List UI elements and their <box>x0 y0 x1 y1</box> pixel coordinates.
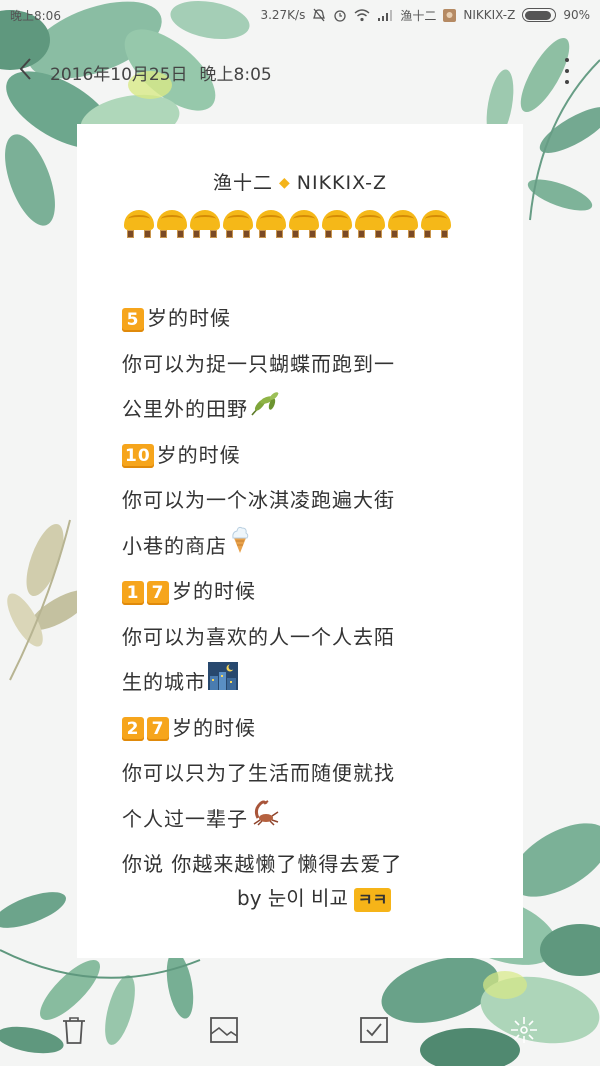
note-line: 小巷的商店 <box>122 524 502 570</box>
diamond-icon: ◆ <box>278 175 291 191</box>
tempura-bun-emoji <box>124 208 154 242</box>
note-line-text: 公里外的田野 <box>122 397 248 421</box>
mute-icon <box>313 8 326 22</box>
more-options-button[interactable] <box>564 58 570 84</box>
alarm-icon <box>334 10 346 22</box>
age-badge: 5 <box>122 307 144 332</box>
carrier-text: NIKKIX-Z <box>463 8 516 22</box>
note-line: 公里外的田野 <box>122 387 502 433</box>
age-badge: 7 <box>147 580 169 605</box>
age-badge: 10 <box>122 444 154 468</box>
note-line: 5 岁的时候 <box>122 296 502 342</box>
tempura-bun-emoji <box>256 208 286 242</box>
chevron-left-icon <box>19 57 31 80</box>
signature: by 눈이 비교 ㅋㅋ <box>237 882 392 912</box>
age-badge: 2 <box>122 717 144 741</box>
wifi-icon <box>354 8 370 21</box>
notification-text: 渔十二 <box>400 8 437 23</box>
note-title: 渔十二 ◆ NIKKIX-Z <box>77 168 523 195</box>
note-line: 你可以为一个冰淇凌跑遍大街 <box>122 478 502 524</box>
note-line-text: 岁的时候 <box>172 715 256 740</box>
note-line: 10 岁的时候 <box>122 433 502 479</box>
age-badge: 1 <box>122 580 144 605</box>
note-line: 你可以只为了生活而随便就找 <box>122 751 502 797</box>
status-bar: 晚上8:06 3.27K/s 渔十二 NIKKIX-Z 90% <box>0 0 600 30</box>
tempura-bun-emoji <box>421 208 451 242</box>
notification-avatar-icon <box>443 8 457 22</box>
note-line-text: 你可以只为了生活而随便就找 <box>122 761 395 785</box>
ice-cream-emoji <box>229 524 251 571</box>
tempura-bun-emoji <box>289 208 319 242</box>
status-indicators: 3.27K/s 渔十二 NIKKIX-Z 90% <box>260 7 590 24</box>
checklist-icon[interactable] <box>358 1014 390 1046</box>
battery-text: 90% <box>563 8 590 22</box>
emoji-row <box>124 208 451 244</box>
note-line-text: 小巷的商店 <box>122 533 227 558</box>
signal-icon <box>378 10 393 21</box>
note-line-text: 你可以为一个冰淇凌跑遍大街 <box>122 488 395 512</box>
note-line: 生的城市 <box>122 660 502 706</box>
night-city-emoji <box>208 661 238 707</box>
note-line-text: 岁的时候 <box>172 579 256 603</box>
scorpion-emoji <box>250 797 280 843</box>
leaf-emoji <box>250 388 280 434</box>
note-line-text: 你说 你越来越懒了懒得去爱了 <box>122 852 403 876</box>
theme-icon[interactable] <box>508 1014 540 1046</box>
tempura-bun-emoji <box>322 208 352 242</box>
more-vertical-icon <box>565 58 569 62</box>
title-right: NIKKIX-Z <box>296 172 388 194</box>
back-button[interactable] <box>0 57 50 88</box>
network-speed: 3.27K/s <box>260 8 306 22</box>
status-time: 晚上8:06 <box>10 8 61 23</box>
tempura-bun-emoji <box>157 208 187 242</box>
delete-icon[interactable] <box>58 1014 90 1046</box>
bottom-toolbar <box>0 1000 600 1060</box>
note-line-text: 个人过一辈子 <box>122 806 248 831</box>
signature-text: by 눈이 비교 <box>237 886 348 910</box>
note-header: 2016年10月25日 晚上8:05 <box>0 50 600 94</box>
note-line: 你说 你越来越懒了懒得去爱了 <box>122 842 502 888</box>
note-line-text: 生的城市 <box>122 670 206 694</box>
signature-badge: ㅋㅋ <box>353 887 392 912</box>
tempura-bun-emoji <box>388 208 418 242</box>
note-card[interactable]: 渔十二 ◆ NIKKIX-Z 5 岁的时候 你可以为捉一只蝴蝶而跑到一 公里外的田野 10 岁… <box>77 124 523 958</box>
note-date: 2016年10月25日 <box>50 64 188 85</box>
note-time: 晚上8:05 <box>199 64 272 85</box>
tempura-bun-emoji <box>355 208 385 242</box>
note-line: 你可以为捉一只蝴蝶而跑到一 <box>122 342 502 388</box>
image-icon[interactable] <box>208 1014 240 1046</box>
age-badge: 7 <box>147 717 169 741</box>
tempura-bun-emoji <box>223 208 253 242</box>
note-line: 你可以为喜欢的人一个人去陌 <box>122 615 502 661</box>
title-left: 渔十二 <box>212 172 273 194</box>
note-line-text: 你可以为捉一只蝴蝶而跑到一 <box>122 351 395 376</box>
battery-icon <box>522 8 557 22</box>
note-line-text: 岁的时候 <box>147 306 231 330</box>
note-body[interactable]: 5 岁的时候 你可以为捉一只蝴蝶而跑到一 公里外的田野 10 岁的时候 你可以为一个冰淇凌跑… <box>122 296 502 888</box>
note-line: 个人过一辈子 <box>122 797 502 843</box>
tempura-bun-emoji <box>190 208 220 242</box>
note-line: 1 7 岁的时候 <box>122 569 502 615</box>
note-line: 2 7 岁的时候 <box>122 706 502 752</box>
note-line-text: 你可以为喜欢的人一个人去陌 <box>122 624 395 649</box>
note-line-text: 岁的时候 <box>156 442 241 467</box>
